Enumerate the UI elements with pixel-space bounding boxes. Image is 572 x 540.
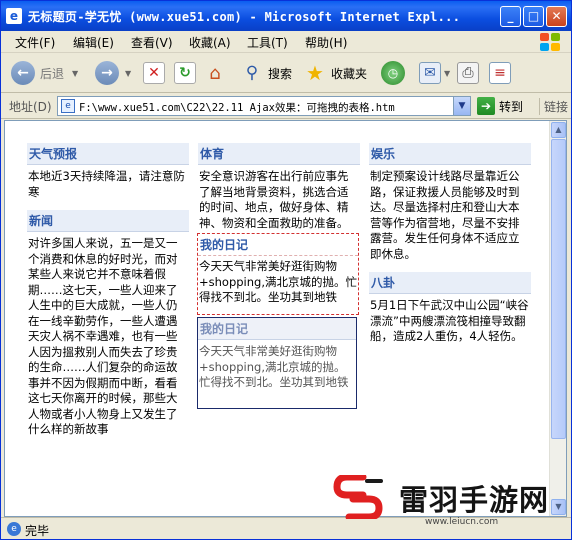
address-url[interactable]: F:\www.xue51.com\C22\22.11 Ajax效果：可拖拽的表格… — [79, 100, 395, 115]
history-button[interactable]: ◷ — [381, 60, 405, 86]
minimize-button[interactable]: _ — [500, 6, 521, 27]
edit-page-icon: ≡ — [489, 62, 511, 84]
address-label: 地址(D) — [9, 100, 52, 114]
module-sports[interactable]: 体育 安全意识游客在出行前应事先了解当地背景资料，挑选合适的时间、地点，做好身体… — [198, 143, 360, 237]
windows-logo-icon — [539, 32, 561, 52]
forward-dropdown-icon[interactable]: ▼ — [125, 69, 131, 78]
favorites-label: 收藏夹 — [331, 66, 368, 81]
menu-help[interactable]: 帮助(H) — [305, 34, 347, 51]
module-title[interactable]: 我的日记 — [198, 234, 358, 256]
ie-page-icon: e — [6, 8, 22, 24]
print-button[interactable]: ⎙ — [457, 60, 479, 86]
menu-bar: 文件(F) 编辑(E) 查看(V) 收藏(A) 工具(T) 帮助(H) — [1, 31, 571, 53]
address-input[interactable]: e F:\www.xue51.com\C22\22.11 Ajax效果：可拖拽的… — [57, 96, 471, 116]
module-title[interactable]: 新闻 — [27, 210, 189, 232]
history-icon: ◷ — [381, 61, 405, 85]
star-icon: ★ — [306, 61, 324, 85]
toolbar: ← 后退 ▼ → ▼ ✕ ↻ ⌂ ⚲ 搜索 ★ 收藏夹 ◷ ✉ ▼ ⎙ ≡ — [1, 53, 571, 93]
page-content: 天气预报 本地近3天持续降温，请注意防寒 新闻 对许多国人来说，五一是又一个消费… — [4, 120, 567, 517]
left-column: 天气预报 本地近3天持续降温，请注意防寒 新闻 对许多国人来说，五一是又一个消费… — [27, 143, 189, 448]
module-body: 对许多国人来说，五一是又一个消费和休息的好时光，而对某些人来说它并不意味着假期…… — [28, 236, 178, 436]
printer-icon: ⎙ — [457, 62, 479, 84]
module-body: 今天天气非常美好逛街购物+shopping,满北京城的抛。忙得找不到北。坐功其到… — [199, 344, 349, 389]
watermark-logo-icon — [333, 475, 383, 519]
watermark-url: www.leiucn.com — [425, 517, 499, 527]
module-title[interactable]: 体育 — [198, 143, 360, 165]
ie-status-icon: e — [7, 522, 21, 536]
dragged-module-diary[interactable]: 我的日记 今天天气非常美好逛街购物+shopping,满北京城的抛。忙得找不到北… — [197, 317, 357, 409]
search-button[interactable]: ⚲ 搜索 — [241, 60, 292, 86]
module-entertainment[interactable]: 娱乐 制定预案设计线路尽量靠近公路，保证救援人员能够及时到达。尽量选择村庄和登山… — [369, 143, 531, 268]
site-watermark: 雷羽手游网 www.leiucn.com — [329, 467, 569, 531]
menu-favorites[interactable]: 收藏(A) — [189, 34, 231, 51]
search-label: 搜索 — [268, 66, 293, 81]
back-button[interactable]: ← 后退 ▼ — [11, 60, 78, 86]
browser-window: e 无标题页-学无忧 (www.xue51.com) - Microsoft I… — [0, 0, 572, 540]
menu-view[interactable]: 查看(V) — [131, 34, 173, 51]
drag-placeholder[interactable]: 我的日记 今天天气非常美好逛街购物+shopping,满北京城的抛。忙得找不到北… — [197, 233, 359, 315]
address-bar: 地址(D) e F:\www.xue51.com\C22\22.11 Ajax效… — [1, 93, 571, 119]
mail-icon: ✉ — [419, 62, 441, 84]
address-dropdown-icon[interactable]: ▼ — [453, 97, 470, 115]
menu-file[interactable]: 文件(F) — [15, 34, 55, 51]
module-title[interactable]: 我的日记 — [198, 318, 356, 340]
window-title: 无标题页-学无忧 (www.xue51.com) - Microsoft Int… — [28, 10, 461, 24]
mail-dropdown-icon[interactable]: ▼ — [444, 69, 450, 78]
links-label[interactable]: 链接 — [539, 98, 568, 115]
back-dropdown-icon[interactable]: ▼ — [72, 69, 78, 78]
forward-button[interactable]: → ▼ — [95, 60, 131, 86]
module-title[interactable]: 八卦 — [369, 272, 531, 294]
forward-arrow-icon: → — [95, 61, 119, 85]
refresh-icon: ↻ — [174, 62, 196, 84]
go-arrow-icon: ➔ — [477, 97, 495, 115]
module-title[interactable]: 娱乐 — [369, 143, 531, 165]
menu-tools[interactable]: 工具(T) — [247, 34, 288, 51]
status-text: 完毕 — [25, 524, 50, 538]
module-body: 今天天气非常美好逛街购物+shopping,满北京城的抛。忙得找不到北。坐功其到… — [199, 259, 357, 304]
module-body: 本地近3天持续降温，请注意防寒 — [28, 169, 185, 199]
module-title[interactable]: 天气预报 — [27, 143, 189, 165]
title-bar[interactable]: e 无标题页-学无忧 (www.xue51.com) - Microsoft I… — [1, 1, 571, 31]
scroll-thumb[interactable] — [551, 139, 566, 439]
module-body: 制定预案设计线路尽量靠近公路，保证救援人员能够及时到达。尽量选择村庄和登山大本营… — [370, 169, 520, 261]
menu-edit[interactable]: 编辑(E) — [73, 34, 114, 51]
mail-button[interactable]: ✉ ▼ — [419, 60, 450, 86]
module-gossip[interactable]: 八卦 5月1日下午武汉中山公园“峡谷漂流”中两艘漂流筏相撞导致翻船，造成2人重伤… — [369, 272, 531, 351]
go-button[interactable]: ➔ 转到 — [477, 96, 523, 116]
module-body: 安全意识游客在出行前应事先了解当地背景资料，挑选合适的时间、地点，做好身体、精神… — [199, 169, 349, 230]
favorites-button[interactable]: ★ 收藏夹 — [304, 60, 367, 86]
right-column: 娱乐 制定预案设计线路尽量靠近公路，保证救援人员能够及时到达。尽量选择村庄和登山… — [369, 143, 531, 355]
go-label: 转到 — [499, 99, 524, 114]
scroll-up-icon[interactable]: ▲ — [551, 122, 566, 138]
home-icon: ⌂ — [209, 62, 221, 84]
stop-button[interactable]: ✕ — [143, 60, 165, 86]
edit-button[interactable]: ≡ — [489, 60, 511, 86]
maximize-button[interactable]: □ — [523, 6, 544, 27]
back-label: 后退 — [40, 66, 65, 81]
refresh-button[interactable]: ↻ — [174, 60, 196, 86]
module-news[interactable]: 新闻 对许多国人来说，五一是又一个消费和休息的好时光，而对某些人来说它并不意味着… — [27, 210, 189, 444]
module-weather[interactable]: 天气预报 本地近3天持续降温，请注意防寒 — [27, 143, 189, 206]
watermark-name: 雷羽手游网 — [399, 483, 550, 517]
middle-column: 体育 安全意识游客在出行前应事先了解当地背景资料，挑选合适的时间、地点，做好身体… — [198, 143, 360, 241]
module-body: 5月1日下午武汉中山公园“峡谷漂流”中两艘漂流筏相撞导致翻船，造成2人重伤，4人… — [370, 298, 529, 343]
page-icon: e — [61, 99, 75, 113]
back-arrow-icon: ← — [11, 61, 35, 85]
stop-icon: ✕ — [143, 62, 165, 84]
close-button[interactable]: ✕ — [546, 6, 567, 27]
vertical-scrollbar[interactable]: ▲ ▼ — [549, 121, 566, 516]
home-button[interactable]: ⌂ — [204, 60, 226, 86]
search-icon: ⚲ — [245, 63, 259, 83]
